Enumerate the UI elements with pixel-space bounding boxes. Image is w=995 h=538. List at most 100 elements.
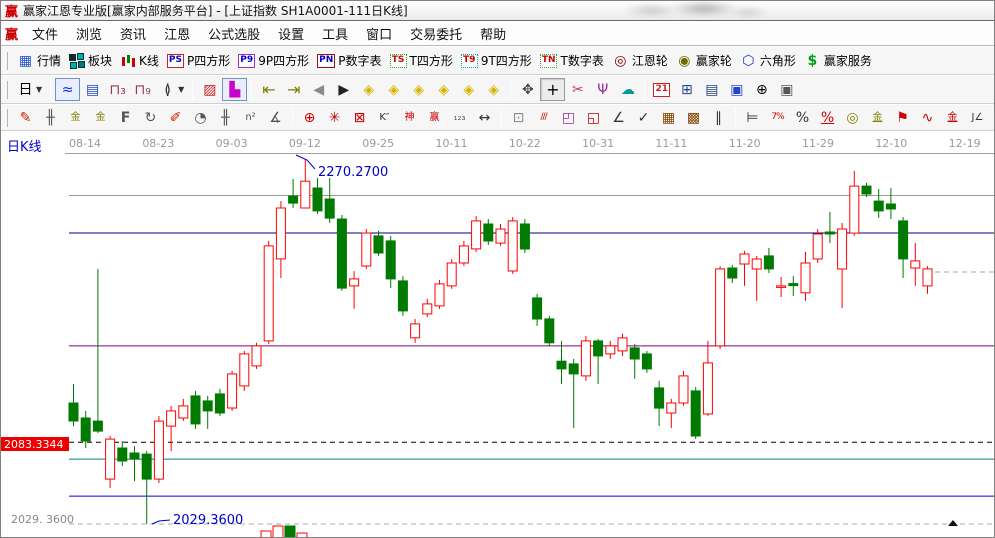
candle-body[interactable]: [813, 234, 822, 259]
candle-body[interactable]: [472, 221, 481, 249]
wave-button[interactable]: ∿: [915, 106, 940, 129]
candle-body[interactable]: [667, 403, 676, 413]
angle-line-button[interactable]: ∠: [606, 106, 631, 129]
menu-item-4[interactable]: 公式选股: [199, 22, 269, 45]
candle-body[interactable]: [398, 281, 407, 311]
kline-chart-area[interactable]: 日K线08-1408-2309-0309-1209-2510-1110-2210…: [1, 132, 995, 538]
candle-body[interactable]: [655, 388, 664, 408]
candle-body[interactable]: [179, 406, 188, 418]
remote-button[interactable]: ▣: [774, 78, 799, 101]
hand-tool-button[interactable]: ✥: [515, 78, 540, 101]
menu-item-9[interactable]: 帮助: [471, 22, 515, 45]
candle-body[interactable]: [228, 374, 237, 408]
candle-body[interactable]: [386, 241, 395, 279]
candle-body[interactable]: [838, 229, 847, 269]
candle-body[interactable]: [362, 233, 371, 266]
candle-body[interactable]: [569, 364, 578, 374]
candle-body[interactable]: [325, 199, 334, 218]
candle-body[interactable]: [557, 361, 566, 369]
brush-tool-button[interactable]: ✎: [13, 106, 38, 129]
calendar-button[interactable]: 21: [649, 78, 674, 101]
gann-fan-button[interactable]: ∕∕∕: [531, 106, 556, 129]
candle-body[interactable]: [154, 421, 163, 479]
menu-item-3[interactable]: 江恩: [155, 22, 199, 45]
candle-body[interactable]: [81, 418, 90, 441]
zigzag-check-button[interactable]: ✓: [631, 106, 656, 129]
candle-body[interactable]: [886, 204, 895, 209]
expand-all-button[interactable]: ◈: [456, 78, 481, 101]
candle-style-selector[interactable]: ≬▼: [155, 78, 188, 101]
candle-body[interactable]: [679, 376, 688, 403]
number-grid-button[interactable]: ₁₂₃: [447, 106, 472, 129]
candle-body[interactable]: [703, 363, 712, 414]
candle-body[interactable]: [728, 268, 737, 278]
candle-body[interactable]: [716, 269, 725, 346]
gann-box-button[interactable]: ▨: [197, 78, 222, 101]
candle-body[interactable]: [374, 236, 383, 253]
menu-item-1[interactable]: 浏览: [67, 22, 111, 45]
title-bar[interactable]: 赢 赢家江恩专业版[赢家内部服务平台] - [上证指数 SH1A0001-111…: [1, 1, 995, 21]
grid-tool-button[interactable]: ╫: [38, 106, 63, 129]
candle-body[interactable]: [581, 341, 590, 376]
9t-square-button[interactable]: T99T四方形: [457, 49, 536, 72]
kline-button[interactable]: K线: [116, 49, 163, 72]
p-number-table-button[interactable]: PNP数字表: [313, 49, 385, 72]
candle-body[interactable]: [545, 319, 554, 343]
last-page-button[interactable]: ⇥: [281, 78, 306, 101]
candle-body[interactable]: [508, 221, 517, 271]
ying-grid-button[interactable]: 赢: [422, 106, 447, 129]
candle-body[interactable]: [777, 286, 786, 288]
angle-ruler-button[interactable]: ∡: [263, 106, 288, 129]
candle-body[interactable]: [142, 454, 151, 479]
cloud-tool-button[interactable]: ☁: [615, 78, 640, 101]
candle-body[interactable]: [764, 256, 773, 269]
candle-body[interactable]: [264, 246, 273, 341]
grid-box2-button[interactable]: ▩: [681, 106, 706, 129]
candle-body[interactable]: [252, 346, 261, 366]
percent-line-button[interactable]: %: [815, 106, 840, 129]
candle-body[interactable]: [630, 348, 639, 359]
volume-profile-button[interactable]: ▙: [222, 78, 247, 101]
gold-grid-button[interactable]: 金: [63, 106, 88, 129]
chart-9-button[interactable]: ⊓₉: [130, 78, 155, 101]
candle-body[interactable]: [301, 181, 310, 208]
candle-body[interactable]: [496, 229, 505, 243]
shrink-h-button[interactable]: ◈: [431, 78, 456, 101]
gann-boxstar-button[interactable]: ⊠: [347, 106, 372, 129]
save-button[interactable]: ▣: [724, 78, 749, 101]
candle-body[interactable]: [533, 298, 542, 319]
candle-body[interactable]: [106, 439, 115, 479]
f-angle-button[interactable]: F∠: [990, 106, 995, 129]
gann-wheel-button[interactable]: ◎江恩轮: [608, 49, 672, 72]
menu-item-2[interactable]: 资讯: [111, 22, 155, 45]
pan-left-button[interactable]: ◈: [356, 78, 381, 101]
gann-cross-button[interactable]: ⊕: [297, 106, 322, 129]
candle-body[interactable]: [240, 354, 249, 386]
spiral-button[interactable]: ↻: [138, 106, 163, 129]
hexagon-button[interactable]: ⬡六角形: [736, 49, 800, 72]
fan-box-red-button[interactable]: ◱: [581, 106, 606, 129]
candle-body[interactable]: [411, 324, 420, 338]
candle-body[interactable]: [447, 263, 456, 286]
candle-body[interactable]: [276, 208, 285, 259]
candle-body[interactable]: [923, 269, 932, 286]
candle-body[interactable]: [752, 259, 761, 269]
candle-body[interactable]: [789, 284, 798, 286]
sectors-button[interactable]: 板块: [65, 49, 116, 72]
seven-pct-button[interactable]: 7%: [765, 106, 790, 129]
candle-body[interactable]: [594, 341, 603, 356]
winner-wheel-button[interactable]: ◉赢家轮: [672, 49, 736, 72]
candle-body[interactable]: [167, 411, 176, 426]
9p-square-button[interactable]: P99P四方形: [234, 49, 313, 72]
winner-service-button[interactable]: $赢家服务: [800, 49, 876, 72]
candle-body[interactable]: [130, 453, 139, 459]
candle-body[interactable]: [862, 186, 871, 194]
shen-grid-button[interactable]: 神: [397, 106, 422, 129]
t-number-table-button[interactable]: TNT数字表: [536, 49, 608, 72]
f-grid-button[interactable]: F: [113, 106, 138, 129]
prev-button[interactable]: ◀: [306, 78, 331, 101]
candle-body[interactable]: [459, 246, 468, 263]
grid-box-button[interactable]: ▦: [656, 106, 681, 129]
flag-pen-button[interactable]: ⚑: [890, 106, 915, 129]
candle-body[interactable]: [825, 232, 834, 234]
